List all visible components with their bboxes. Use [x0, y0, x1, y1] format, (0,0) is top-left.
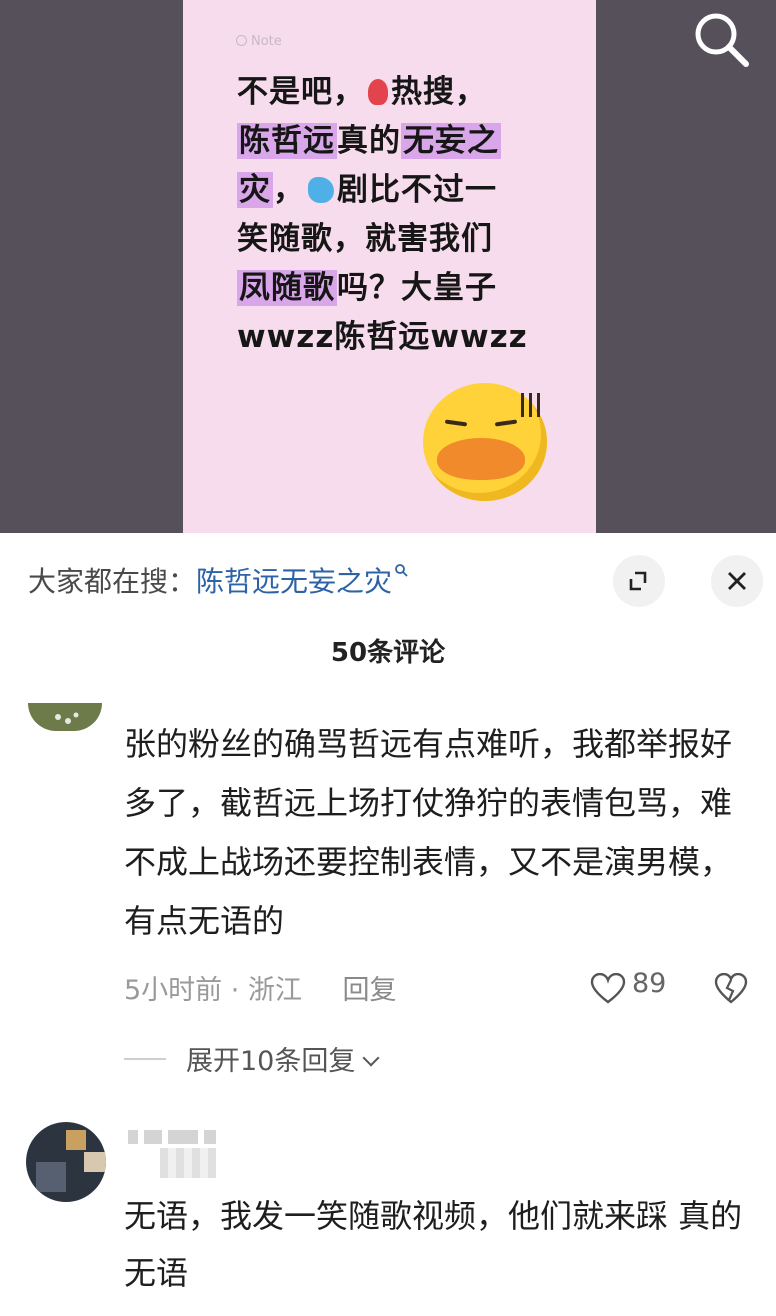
comment-location: 浙江 — [247, 975, 302, 1006]
note-line: 陈哲远真的无妄之 — [237, 117, 557, 166]
note-text-span: 凤随歌 — [237, 270, 337, 306]
note-line: 凤随歌吗？大皇子 — [237, 264, 557, 313]
note-line: wwzz陈哲远wwzz — [237, 313, 557, 362]
hot-search-row[interactable]: 大家都在搜：陈哲远无妄之灾 — [28, 560, 410, 600]
blur-mosaic — [160, 1148, 216, 1178]
like-count: 89 — [632, 968, 667, 999]
note-text-span: 笑随歌，就害我们 — [237, 221, 493, 257]
username-blurred — [128, 1130, 244, 1148]
comment-meta: 5小时前 · 浙江 回复 — [124, 975, 397, 1006]
expand-icon — [629, 571, 647, 591]
avatar[interactable] — [26, 1122, 106, 1202]
note-text-span: 热搜， — [391, 74, 487, 110]
note-line: 不是吧， 热搜， — [237, 68, 557, 117]
close-icon — [728, 572, 746, 590]
note-text-span: 真的 — [337, 123, 401, 159]
comment-time: 5小时前 — [124, 975, 223, 1006]
comment-count: 50条评论 — [330, 638, 446, 668]
note-text-span: 灾 — [237, 172, 273, 208]
comment-text: 张的粉丝的确骂哲远有点难听，我都举报好多了，截哲远上场打仗狰狞的表情包骂，难不成… — [124, 725, 733, 940]
note-text-span: 陈哲远 — [237, 123, 337, 159]
note-label: Note — [236, 34, 282, 49]
expand-divider — [124, 1058, 166, 1060]
video-backdrop-left — [0, 0, 183, 533]
note-text-span: 无妄之 — [401, 123, 501, 159]
hot-search-prefix: 大家都在搜： — [28, 565, 197, 598]
heart-icon[interactable] — [590, 973, 626, 1005]
note-line: 灾， 剧比不过一 — [237, 166, 557, 215]
note-text-span: wwzz陈哲远wwzz — [237, 319, 528, 355]
duck-sticker-icon — [423, 383, 547, 501]
note-text: 不是吧， 热搜， 陈哲远真的无妄之 灾， 剧比不过一 笑随歌，就害我们 凤随歌吗？大皇子 ww… — [237, 68, 557, 362]
note-text-span: 剧比不过一 — [337, 172, 497, 208]
sweat-drops-icon — [308, 177, 334, 203]
small-search-icon — [395, 564, 408, 577]
hot-search-link[interactable]: 陈哲远无妄之灾 — [196, 565, 392, 598]
reply-button[interactable]: 回复 — [343, 975, 397, 1006]
close-button[interactable] — [711, 555, 763, 607]
video-backdrop-right — [596, 0, 776, 533]
broken-heart-icon[interactable] — [714, 973, 748, 1005]
comment-text: 无语，我发一笑随歌视频，他们就来踩 真的无语 — [124, 1197, 743, 1292]
note-line: 笑随歌，就害我们 — [237, 215, 557, 264]
red-ribbon-icon — [368, 79, 388, 105]
search-icon[interactable] — [688, 8, 754, 68]
chevron-down-icon — [362, 1049, 380, 1067]
note-text-span: ， — [273, 172, 305, 208]
note-text-span: 吗？大皇子 — [337, 270, 497, 306]
expand-button[interactable] — [613, 555, 665, 607]
expand-replies-button[interactable]: 展开10条回复 — [186, 1039, 380, 1078]
note-text-span: 不是吧， — [237, 74, 365, 110]
